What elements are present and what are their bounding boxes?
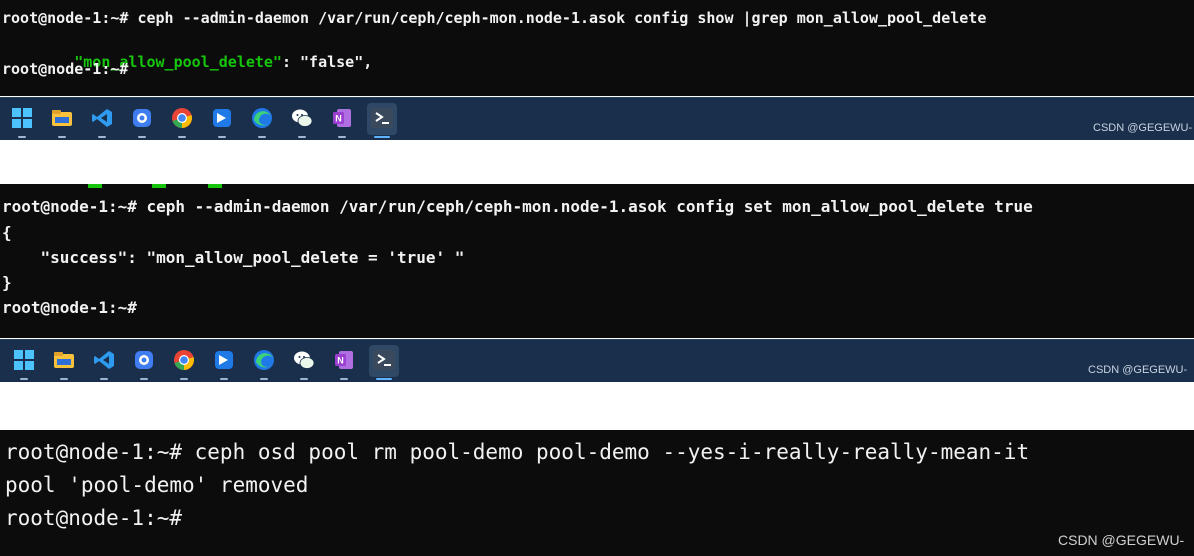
- taskbar-running-indicator: [260, 378, 268, 380]
- taskbar-running-indicator: [180, 378, 188, 380]
- terminal-line-command: root@node-1:~# ceph --admin-daemon /var/…: [2, 197, 1033, 216]
- taskbar-2: N CSDN @GEGEWU-: [0, 339, 1194, 383]
- edge-icon[interactable]: [253, 349, 275, 371]
- terminal-line-prompt: root@node-1:~#: [2, 60, 129, 78]
- taskbar-running-indicator: [178, 136, 186, 138]
- windows-start-icon[interactable]: [11, 107, 33, 129]
- taskbar-running-indicator: [258, 136, 266, 138]
- onenote-icon[interactable]: N: [333, 349, 355, 371]
- terminal-line-success: "success": "mon_allow_pool_delete = 'tru…: [2, 248, 465, 267]
- taskbar-running-indicator: [298, 136, 306, 138]
- taskbar-running-indicator: [20, 378, 28, 380]
- vscode-icon[interactable]: [91, 107, 113, 129]
- file-explorer-icon[interactable]: [51, 107, 73, 129]
- terminal-line-brace-close: }: [2, 273, 12, 292]
- terminal-icon[interactable]: [369, 345, 399, 377]
- svg-text:N: N: [335, 114, 342, 124]
- taskbar-running-indicator: [140, 378, 148, 380]
- taskbar-running-indicator: [100, 378, 108, 380]
- gap-2: [0, 382, 1194, 430]
- taskbar-running-indicator: [98, 136, 106, 138]
- app-icon[interactable]: [131, 107, 153, 129]
- terminal-line-command: root@node-1:~# ceph --admin-daemon /var/…: [2, 9, 987, 27]
- taskbar-running-indicator: [340, 378, 348, 380]
- file-explorer-icon[interactable]: [53, 349, 75, 371]
- wechat-icon[interactable]: [293, 349, 315, 371]
- vscode-icon[interactable]: [93, 349, 115, 371]
- taskbar-running-indicator: [218, 136, 226, 138]
- taskbar-running-indicator: [376, 378, 392, 380]
- chrome-icon[interactable]: [173, 349, 195, 371]
- app-blue-icon[interactable]: [213, 349, 235, 371]
- app-blue-icon[interactable]: [211, 107, 233, 129]
- app-icon[interactable]: [133, 349, 155, 371]
- taskbar-running-indicator: [58, 136, 66, 138]
- taskbar-running-indicator: [374, 136, 390, 138]
- terminal-icon[interactable]: [367, 103, 397, 135]
- wechat-icon[interactable]: [291, 107, 313, 129]
- taskbar-1: N CSDN @GEGEWU-: [0, 97, 1194, 141]
- terminal-line-brace-open: {: [2, 223, 12, 242]
- chrome-icon[interactable]: [171, 107, 193, 129]
- taskbar-running-indicator: [300, 378, 308, 380]
- svg-text:N: N: [337, 356, 344, 366]
- taskbar-running-indicator: [18, 136, 26, 138]
- json-value: : "false",: [281, 53, 373, 71]
- watermark: CSDN @GEGEWU-: [1058, 532, 1185, 548]
- terminal-line-prompt: root@node-1:~#: [5, 506, 183, 530]
- terminal-line-output: pool 'pool-demo' removed: [5, 473, 309, 497]
- taskbar-running-indicator: [338, 136, 346, 138]
- taskbar-running-indicator: [138, 136, 146, 138]
- terminal-panel-2[interactable]: root@node-1:~# ceph --admin-daemon /var/…: [0, 190, 1194, 338]
- windows-start-icon[interactable]: [13, 349, 35, 371]
- terminal-panel-1[interactable]: root@node-1:~# ceph --admin-daemon /var/…: [0, 0, 1194, 96]
- edge-icon[interactable]: [251, 107, 273, 129]
- taskbar-running-indicator: [220, 378, 228, 380]
- terminal-panel-3[interactable]: root@node-1:~# ceph osd pool rm pool-dem…: [0, 430, 1194, 556]
- terminal-line-command: root@node-1:~# ceph osd pool rm pool-dem…: [5, 440, 1030, 464]
- watermark: CSDN @GEGEWU-: [1088, 364, 1188, 376]
- taskbar-running-indicator: [60, 378, 68, 380]
- watermark: CSDN @GEGEWU-: [1093, 122, 1193, 134]
- terminal-line-prompt: root@node-1:~#: [2, 298, 137, 317]
- onenote-icon[interactable]: N: [331, 107, 353, 129]
- gap-1: [0, 140, 1194, 188]
